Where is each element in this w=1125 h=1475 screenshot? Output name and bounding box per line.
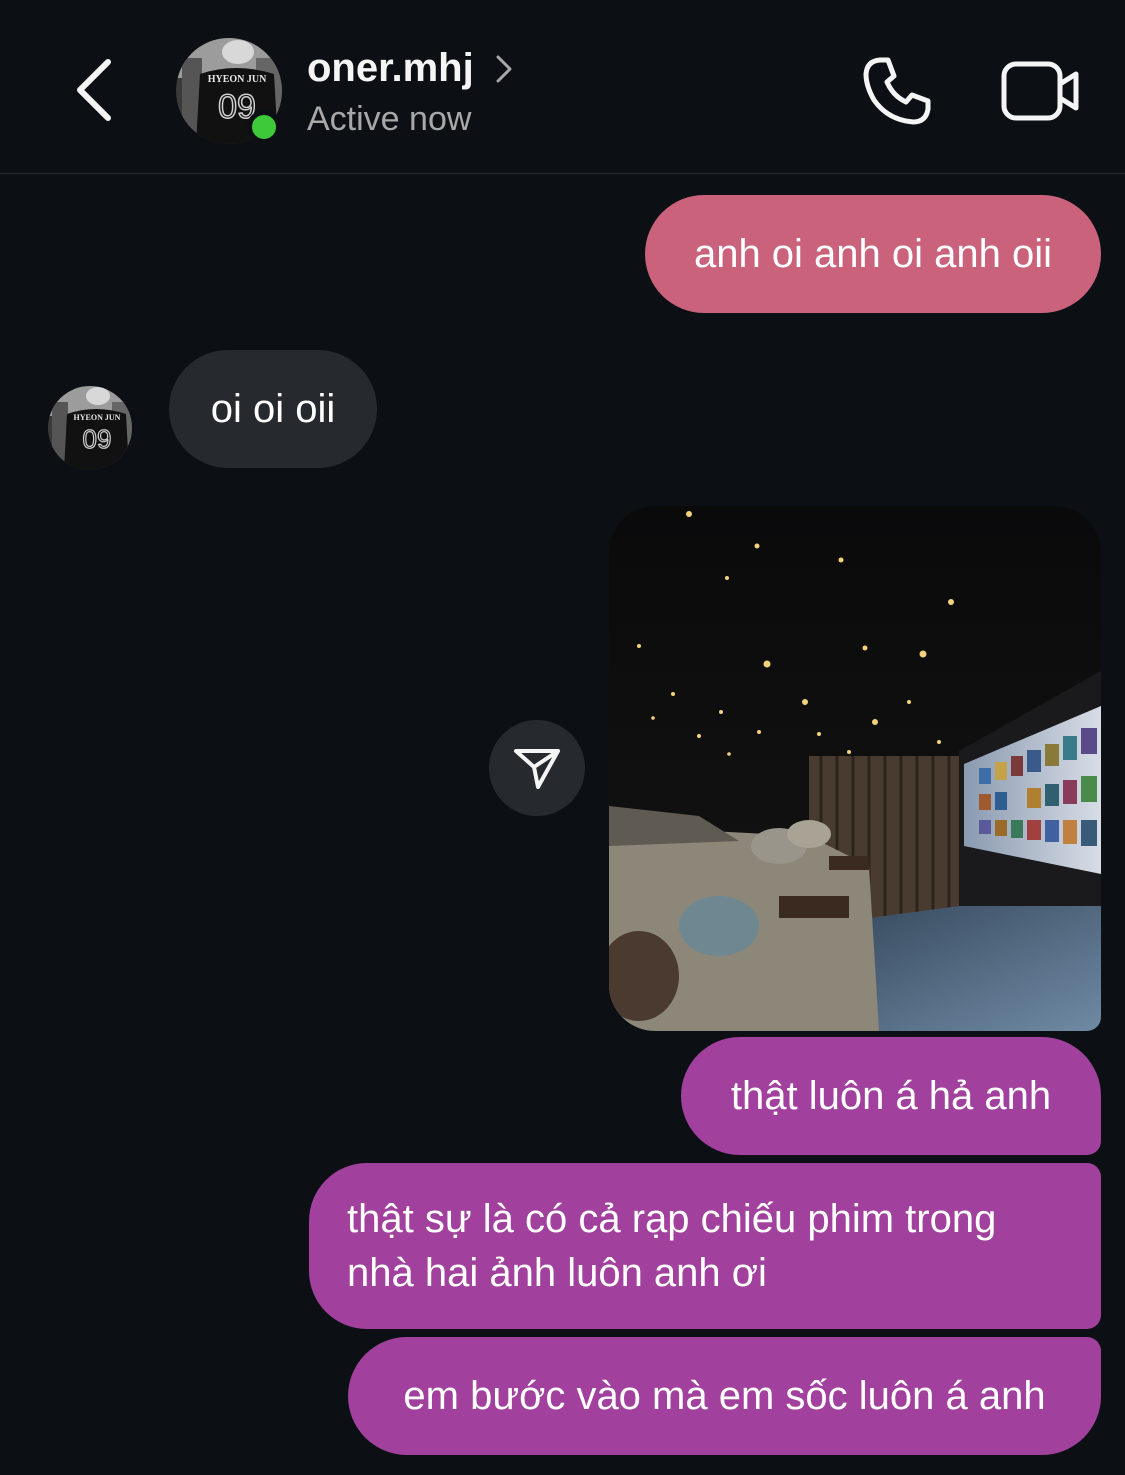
message-line: nhà hai ảnh luôn anh ơi	[347, 1251, 767, 1295]
outgoing-message[interactable]: anh oi anh oi anh oii	[645, 195, 1101, 313]
video-camera-icon	[1001, 61, 1079, 121]
message-line: thật sự là có cả rạp chiếu phim trong	[347, 1197, 997, 1241]
share-button[interactable]	[489, 720, 585, 816]
message-text: oi oi oii	[210, 387, 336, 431]
svg-text:09: 09	[83, 424, 112, 454]
profile-photo: HYEON JUN 09	[48, 386, 132, 470]
active-status: Active now	[307, 100, 472, 138]
home-theater-photo	[609, 506, 1101, 1031]
outgoing-message[interactable]: thật sự là có cả rạp chiếu phim trong nh…	[309, 1163, 1101, 1329]
chevron-right-icon	[496, 55, 512, 82]
message-text: thật sự là có cả rạp chiếu phim trong nh…	[347, 1192, 996, 1300]
back-arrow-icon	[77, 59, 111, 121]
outgoing-message[interactable]: thật luôn á hả anh	[681, 1037, 1101, 1155]
phone-icon	[863, 57, 931, 125]
outgoing-message[interactable]: em bước vào mà em sốc luôn á anh	[348, 1337, 1101, 1455]
back-button[interactable]	[62, 52, 132, 128]
sender-avatar[interactable]: HYEON JUN 09	[48, 386, 132, 470]
incoming-message[interactable]: oi oi oii	[169, 350, 377, 468]
message-text: em bước vào mà em sốc luôn á anh	[403, 1374, 1046, 1418]
image-message[interactable]	[609, 506, 1101, 1031]
online-status-dot	[247, 110, 281, 144]
audio-call-button[interactable]	[858, 52, 936, 130]
profile-name-link[interactable]: oner.mhj	[307, 46, 514, 91]
message-text: anh oi anh oi anh oii	[693, 232, 1053, 276]
chat-header: HYEON JUN 09 oner.mhj Active now	[0, 0, 1125, 174]
video-call-button[interactable]	[1000, 58, 1082, 124]
message-text: thật luôn á hả anh	[730, 1074, 1052, 1118]
send-icon	[514, 749, 560, 789]
username: oner.mhj	[307, 46, 474, 90]
svg-text:HYEON JUN: HYEON JUN	[74, 413, 121, 422]
svg-text:HYEON JUN: HYEON JUN	[208, 74, 267, 85]
